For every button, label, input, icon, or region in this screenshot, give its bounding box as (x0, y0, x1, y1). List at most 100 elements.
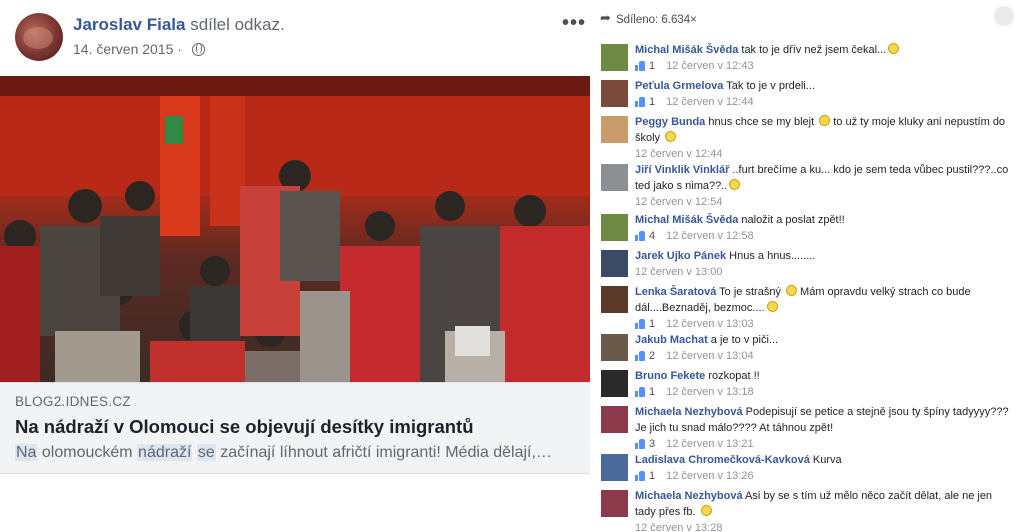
thumbs-up-icon[interactable] (635, 439, 646, 449)
comment-time[interactable]: 12 červen v 12:43 (666, 58, 753, 74)
commenter-avatar[interactable] (601, 44, 628, 71)
link-description: Na olomouckém nádraží se začínají líhnou… (15, 444, 575, 462)
desc-text: olomouckém (37, 444, 138, 461)
comment-text-line: Lenka Šaratová To je strašný Mám opravdu… (635, 284, 1011, 316)
like-count[interactable]: 3 (649, 436, 655, 452)
comment-time[interactable]: 12 červen v 13:03 (666, 316, 753, 332)
commenter-avatar[interactable] (601, 164, 628, 191)
comment-time[interactable]: 12 červen v 13:04 (666, 348, 753, 364)
like-count[interactable]: 4 (649, 228, 655, 244)
comment-body: Jarek Ujko Pánek Hnus a hnus........ 12 č… (635, 248, 1011, 280)
comment-body: Michaela Nezhybová Podepisují se petice … (635, 404, 1011, 452)
comment-text-line: Jarek Ujko Pánek Hnus a hnus........ (635, 248, 1011, 264)
post-date[interactable]: 14. červen 2015 (73, 41, 173, 57)
comment-meta: 4 12 červen v 12:58 (635, 228, 1011, 244)
comment-body: Michal Mišák Švěda naložit a poslat zpět… (635, 212, 1011, 244)
comment-meta: 12 červen v 13:28 (635, 520, 1011, 532)
comment-text-line: Peggy Bunda hnus chce se my blejt to už … (635, 114, 1011, 146)
globe-icon[interactable] (191, 42, 205, 56)
smiley-emoji-icon (819, 115, 831, 126)
more-options-icon[interactable]: ••• (562, 12, 586, 35)
author-line: Jaroslav Fiala sdílel odkaz. (73, 15, 285, 35)
post-header: Jaroslav Fiala sdílel odkaz. 14. červen … (0, 0, 592, 76)
desc-highlight: se (196, 444, 216, 461)
comment-time[interactable]: 12 červen v 13:28 (635, 520, 722, 532)
commenter-name[interactable]: Peťula Grmelova (635, 80, 723, 92)
comment-meta: 12 červen v 12:54 (635, 194, 1011, 210)
commenter-avatar[interactable] (601, 214, 628, 241)
comment-body: Peggy Bunda hnus chce se my blejt to už … (635, 114, 1011, 162)
commenter-avatar[interactable] (601, 490, 628, 517)
commenter-avatar[interactable] (601, 406, 628, 433)
comment-meta: 3 12 červen v 13:21 (635, 436, 1011, 452)
like-count[interactable]: 1 (649, 468, 655, 484)
commenter-name[interactable]: Bruno Fekete (635, 370, 705, 382)
commenter-avatar[interactable] (601, 250, 628, 277)
commenter-name[interactable]: Jarek Ujko Pánek (635, 250, 726, 262)
commenter-avatar[interactable] (601, 334, 628, 361)
commenter-name[interactable]: Michaela Nezhybová (635, 406, 743, 418)
link-title[interactable]: Na nádraží v Olomouci se objevují desítk… (15, 416, 474, 438)
commenter-name[interactable]: Jakub Machat (635, 334, 708, 346)
smiley-emoji-icon (700, 505, 712, 516)
comment-time[interactable]: 12 červen v 13:18 (666, 384, 753, 400)
comment-body: Michal Mišák Švěda tak to je dřív než js… (635, 42, 1011, 74)
comment-meta: 12 červen v 13:00 (635, 264, 1011, 280)
thumbs-up-icon[interactable] (635, 319, 646, 329)
like-count[interactable]: 1 (649, 58, 655, 74)
link-preview-card[interactable]: BLOG2.IDNES.CZ Na nádraží v Olomouci se … (0, 382, 590, 474)
commenter-name[interactable]: Jiří Vinklik Vinklář (635, 164, 729, 176)
thumbs-up-icon[interactable] (635, 387, 646, 397)
comment-text: Tak to je v prdeli... (723, 80, 815, 92)
comment-time[interactable]: 12 červen v 12:44 (635, 146, 722, 162)
comment-text-line: Ladislava Chromečková-Kavková Kurva (635, 452, 1011, 468)
shares-count[interactable]: Sdíleno: 6.634× (600, 11, 697, 27)
commenter-name[interactable]: Michal Mišák Švěda (635, 214, 738, 226)
comment-text-line: Michal Mišák Švěda tak to je dřív než js… (635, 42, 1011, 58)
commenter-avatar[interactable] (601, 370, 628, 397)
comment-text: rozkopat !! (705, 370, 760, 382)
like-count[interactable]: 1 (649, 94, 655, 110)
commenter-name[interactable]: Lenka Šaratová (635, 286, 716, 298)
commenter-avatar[interactable] (601, 286, 628, 313)
comment-meta: 1 12 červen v 13:18 (635, 384, 1011, 400)
author-avatar[interactable] (15, 13, 63, 61)
comment-text: Hnus a hnus........ (726, 250, 816, 262)
like-count[interactable]: 1 (649, 384, 655, 400)
comment-text-line: Michaela Nezhybová Asi by se s tím už mě… (635, 488, 1011, 520)
author-name[interactable]: Jaroslav Fiala (73, 15, 185, 34)
thumbs-up-icon[interactable] (635, 61, 646, 71)
smiley-emoji-icon (786, 285, 797, 296)
thumbs-up-icon[interactable] (635, 97, 646, 107)
comment-time[interactable]: 12 červen v 13:00 (635, 264, 722, 280)
comment-time[interactable]: 12 červen v 12:54 (635, 194, 722, 210)
link-preview-image[interactable] (0, 76, 590, 382)
commenter-name[interactable]: Peggy Bunda (635, 116, 705, 128)
like-count[interactable]: 2 (649, 348, 655, 364)
comment-time[interactable]: 12 červen v 13:26 (666, 468, 753, 484)
comment-text-line: Jiří Vinklik Vinklář ..furt brečíme a ku… (635, 162, 1011, 194)
comment-time[interactable]: 12 červen v 12:44 (666, 94, 753, 110)
thumbs-up-icon[interactable] (635, 351, 646, 361)
thumbs-up-icon[interactable] (635, 231, 646, 241)
smiley-emoji-icon (729, 179, 741, 190)
post-meta: 14. červen 2015 · (73, 41, 205, 57)
commenter-name[interactable]: Michaela Nezhybová (635, 490, 743, 502)
comment-text: To je strašný (716, 286, 784, 298)
link-domain: BLOG2.IDNES.CZ (15, 394, 131, 409)
like-count[interactable]: 1 (649, 316, 655, 332)
comment-time[interactable]: 12 červen v 12:58 (666, 228, 753, 244)
commenter-avatar[interactable] (601, 454, 628, 481)
comment-body: Bruno Fekete rozkopat !! 1 12 červen v 13:… (635, 368, 1011, 400)
close-icon[interactable] (994, 6, 1014, 26)
comment-text-line: Jakub Machat a je to v piči... (635, 332, 1011, 348)
comment-time[interactable]: 12 červen v 13:21 (666, 436, 753, 452)
comment-body: Michaela Nezhybová Asi by se s tím už mě… (635, 488, 1011, 532)
desc-text: začínají líhnout afričtí imigranti! Médi… (215, 444, 552, 461)
commenter-avatar[interactable] (601, 80, 628, 107)
commenter-name[interactable]: Ladislava Chromečková-Kavková (635, 454, 810, 466)
desc-highlight: Na (15, 444, 38, 461)
commenter-avatar[interactable] (601, 116, 628, 143)
thumbs-up-icon[interactable] (635, 471, 646, 481)
commenter-name[interactable]: Michal Mišák Švěda (635, 44, 738, 56)
